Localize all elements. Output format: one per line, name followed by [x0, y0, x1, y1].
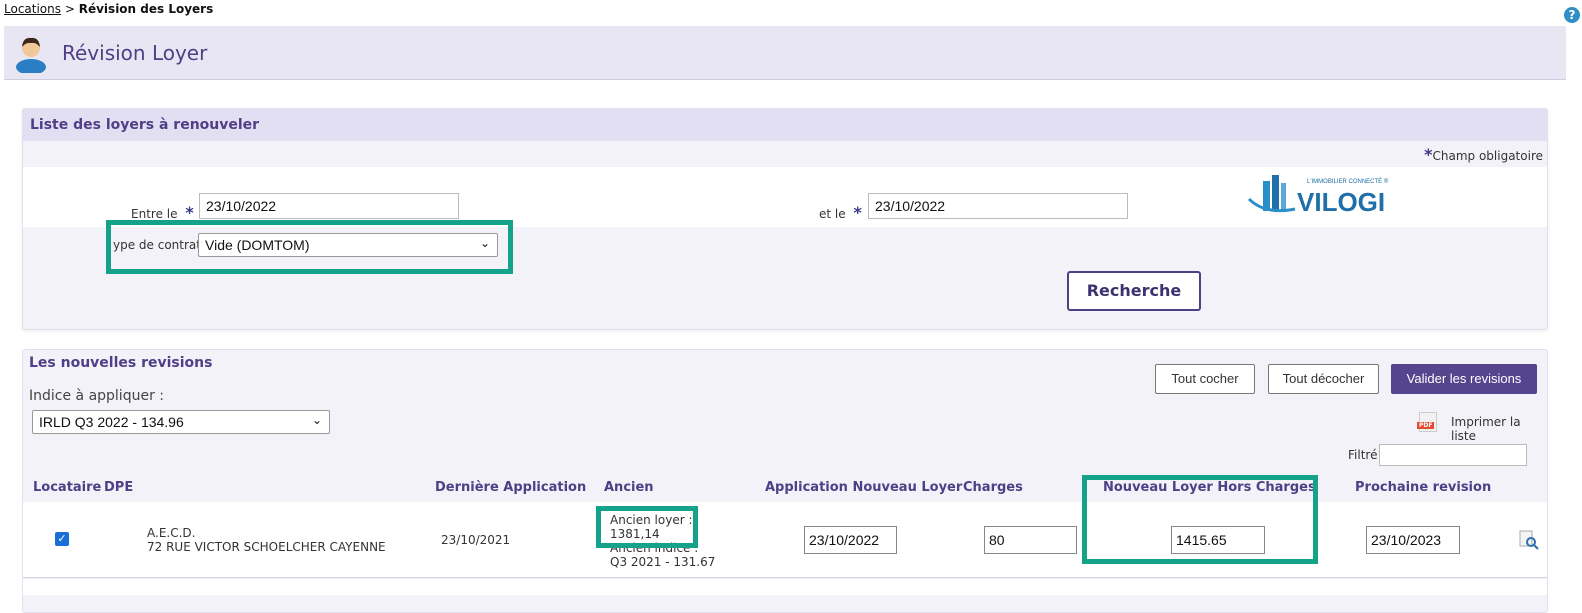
column-header-charges[interactable]: Charges [963, 480, 1023, 495]
row-checkbox[interactable]: ✓ [55, 532, 69, 546]
highlight-box-contract [106, 220, 513, 274]
index-select[interactable]: IRLD Q3 2022 - 134.96 ⌄ [32, 410, 330, 434]
uncheck-all-button[interactable]: Tout décocher [1268, 364, 1379, 394]
search-panel-title: Liste des loyers à renouveler [30, 117, 260, 133]
help-icon[interactable]: ? [1564, 7, 1580, 23]
column-header-next-revision[interactable]: Prochaine revision [1355, 480, 1491, 495]
required-note-text: Champ obligatoire [1432, 149, 1544, 163]
column-header-dpe[interactable]: DPE [104, 480, 133, 495]
required-star: * [1424, 145, 1433, 164]
table-row-spacer [23, 579, 1547, 595]
from-date-input[interactable]: 23/10/2022 [199, 193, 459, 219]
to-date-label: et le * [819, 203, 862, 222]
filter-label: Filtré [1348, 448, 1378, 462]
required-note: *Champ obligatoire [1424, 145, 1543, 164]
column-header-old[interactable]: Ancien [604, 480, 654, 495]
column-header-last-application[interactable]: Dernière Application [435, 480, 586, 495]
vilogi-logo-text: VILOGI [1297, 187, 1385, 217]
search-panel-header: Liste des loyers à renouveler [23, 109, 1547, 141]
chevron-down-icon: ⌄ [311, 413, 322, 427]
new-application-date-input[interactable]: 23/10/2022 [804, 526, 897, 554]
page: Locations > Révision des Loyers ? Révisi… [0, 0, 1582, 613]
search-button[interactable]: Recherche [1067, 271, 1201, 311]
tenant-name: A.E.C.D. [147, 526, 196, 540]
charges-input[interactable]: 80 [984, 526, 1077, 554]
page-header: Révision Loyer [4, 26, 1566, 80]
page-title: Révision Loyer [62, 41, 208, 65]
next-revision-date-input[interactable]: 23/10/2023 [1366, 526, 1460, 554]
tenant-address: 72 RUE VICTOR SCHOELCHER CAYENNE [147, 540, 386, 554]
print-list-link[interactable]: Imprimer la liste [1451, 415, 1547, 443]
table-row: ✓ A.E.C.D. 72 RUE VICTOR SCHOELCHER CAYE… [23, 502, 1547, 578]
last-application-cell: 23/10/2021 [441, 533, 511, 547]
breadcrumb-link-locations[interactable]: Locations [4, 2, 61, 16]
highlight-box-old-rent [596, 506, 698, 548]
index-label: Indice à appliquer : [29, 388, 164, 404]
tenant-cell: A.E.C.D. 72 RUE VICTOR SCHOELCHER CAYENN… [147, 526, 386, 554]
column-header-new-application[interactable]: Application Nouveau Loyer [765, 480, 962, 495]
to-date-label-text: et le [819, 207, 846, 221]
revisions-panel: Les nouvelles revisions Indice à appliqu… [22, 349, 1548, 613]
breadcrumb: Locations > Révision des Loyers [4, 2, 213, 16]
check-all-button[interactable]: Tout cocher [1155, 364, 1255, 394]
to-date-input[interactable]: 23/10/2022 [868, 193, 1128, 219]
breadcrumb-separator: > [64, 2, 75, 16]
pdf-icon[interactable]: PDF [1417, 412, 1437, 432]
search-panel: Liste des loyers à renouveler *Champ obl… [22, 108, 1548, 330]
column-header-tenant[interactable]: Locataire [33, 480, 101, 495]
highlight-box-new-rent [1082, 475, 1318, 564]
magnifier-icon[interactable] [1519, 530, 1539, 550]
vilogi-logo-tagline: L'IMMOBILIER CONNECTÉ ® [1307, 178, 1389, 185]
vilogi-logo: VILOGI L'IMMOBILIER CONNECTÉ ® [1247, 175, 1389, 217]
from-date-label-text: Entre le [131, 207, 178, 221]
revisions-panel-title: Les nouvelles revisions [29, 355, 213, 371]
old-index-value: Q3 2021 - 131.67 [610, 555, 716, 569]
filter-input[interactable] [1379, 444, 1527, 466]
to-date-star: * [853, 203, 862, 222]
validate-revisions-button[interactable]: Valider les revisions [1391, 364, 1537, 394]
breadcrumb-current: Révision des Loyers [78, 2, 214, 16]
index-select-value: IRLD Q3 2022 - 134.96 [39, 414, 184, 430]
user-avatar-icon [16, 37, 46, 73]
